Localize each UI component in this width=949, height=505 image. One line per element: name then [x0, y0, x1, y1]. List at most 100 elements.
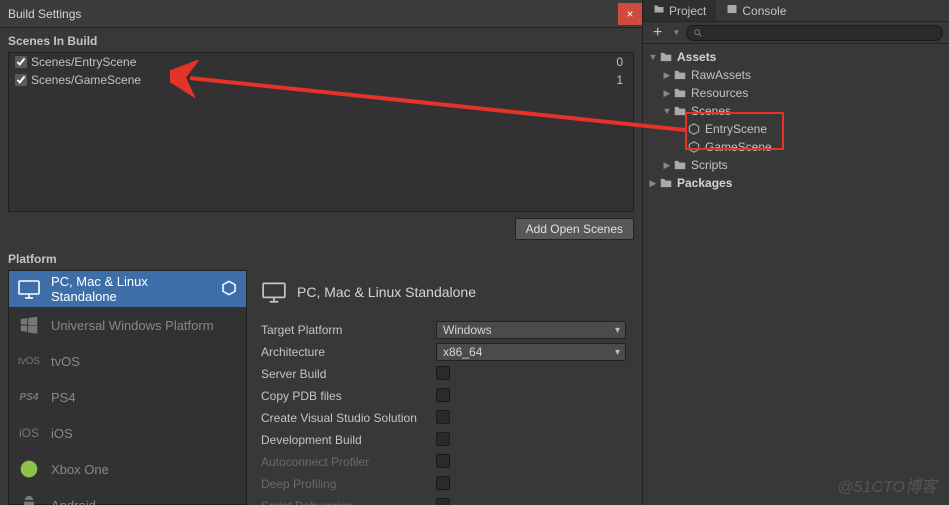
tree-node-assets[interactable]: ▼ Assets [647, 48, 945, 66]
folder-icon [673, 104, 687, 118]
window-title: Build Settings [8, 7, 81, 21]
row-label: Development Build [261, 433, 436, 447]
scene-checkbox[interactable] [15, 56, 27, 68]
create-vs-solution-checkbox[interactable] [436, 410, 450, 424]
scene-path: Scenes/EntryScene [31, 55, 136, 69]
folder-icon [659, 176, 673, 190]
unity-logo-icon [220, 279, 238, 300]
platform-item-ios[interactable]: iOS iOS [9, 415, 246, 451]
row-label: Create Visual Studio Solution [261, 411, 436, 425]
platform-item-standalone[interactable]: PC, Mac & Linux Standalone [9, 271, 246, 307]
project-search-input[interactable] [686, 25, 943, 41]
window-title-bar: Build Settings × [0, 0, 642, 28]
tree-node-scripts[interactable]: ▶Scripts [647, 156, 945, 174]
add-open-scenes-button[interactable]: Add Open Scenes [515, 218, 634, 240]
project-tree: ▼ Assets ▶ RawAssets ▶ Resources ▼ Scenes En… [643, 44, 949, 196]
tab-label: Console [742, 4, 786, 18]
platform-label: iOS [51, 426, 238, 441]
tree-label: Scenes [691, 104, 731, 118]
row-label: Script Debugging [261, 499, 436, 505]
copy-pdb-checkbox[interactable] [436, 388, 450, 402]
scene-row[interactable]: Scenes/EntryScene 0 [9, 53, 633, 71]
platform-item-uwp[interactable]: Universal Windows Platform [9, 307, 246, 343]
platform-label: Android [51, 498, 238, 505]
row-label: Deep Profiling [261, 477, 436, 491]
tree-node-packages[interactable]: ▶ Packages [647, 174, 945, 192]
platform-label: Xbox One [51, 462, 238, 477]
dropdown-icon[interactable]: ▼ [672, 28, 680, 37]
deep-profiling-checkbox [436, 476, 450, 490]
tree-label: EntryScene [705, 122, 767, 136]
platform-list: PC, Mac & Linux Standalone Universal Win… [8, 270, 247, 505]
platform-item-xbox[interactable]: Xbox One [9, 451, 246, 487]
watermark: @51CTO博客 [837, 473, 937, 497]
console-icon [726, 3, 738, 18]
platform-item-android[interactable]: Android [9, 487, 246, 505]
tab-project[interactable]: Project [643, 0, 716, 21]
platform-detail: PC, Mac & Linux Standalone Target Platfo… [253, 270, 634, 505]
tree-node-resources[interactable]: ▶ Resources [647, 84, 945, 102]
scene-index: 1 [616, 73, 627, 87]
scene-index: 0 [616, 55, 627, 69]
folder-icon [659, 50, 673, 64]
expand-icon[interactable]: ▶ [661, 88, 673, 99]
folder-icon [673, 86, 687, 100]
unity-scene-icon [687, 122, 701, 136]
scenes-header: Scenes In Build [0, 28, 642, 52]
platform-item-tvos[interactable]: tvOS tvOS [9, 343, 246, 379]
unity-scene-icon [687, 140, 701, 154]
folder-icon [653, 3, 665, 18]
expand-icon[interactable]: ▶ [661, 70, 673, 81]
scenes-in-build-list[interactable]: Scenes/EntryScene 0 Scenes/GameScene 1 [8, 52, 634, 212]
development-build-checkbox[interactable] [436, 432, 450, 446]
tab-console[interactable]: Console [716, 0, 796, 21]
tree-label: Resources [691, 86, 748, 100]
platform-label: Universal Windows Platform [51, 318, 238, 333]
target-platform-dropdown[interactable]: Windows [436, 321, 626, 339]
row-label: Copy PDB files [261, 389, 436, 403]
row-label: Target Platform [261, 323, 436, 337]
expand-icon[interactable]: ▶ [647, 178, 659, 189]
server-build-checkbox[interactable] [436, 366, 450, 380]
tree-label: Packages [677, 176, 732, 190]
monitor-icon [17, 277, 41, 301]
scene-checkbox[interactable] [15, 74, 27, 86]
expand-icon[interactable]: ▼ [661, 106, 673, 116]
script-debugging-checkbox [436, 498, 450, 505]
panel-tabs: Project Console [643, 0, 949, 22]
xbox-icon [17, 457, 41, 481]
expand-icon[interactable]: ▼ [647, 52, 659, 62]
row-label: Architecture [261, 345, 436, 359]
tree-label: GameScene [705, 140, 772, 154]
folder-icon [673, 68, 687, 82]
row-label: Autoconnect Profiler [261, 455, 436, 469]
tree-label: RawAssets [691, 68, 751, 82]
platform-label: PS4 [51, 390, 238, 405]
tab-label: Project [669, 4, 706, 18]
platform-label: PC, Mac & Linux Standalone [51, 274, 210, 304]
expand-icon[interactable]: ▶ [661, 160, 673, 171]
row-label: Server Build [261, 367, 436, 381]
ps4-icon: PS4 [17, 385, 41, 409]
tree-node-rawassets[interactable]: ▶ RawAssets [647, 66, 945, 84]
scene-row[interactable]: Scenes/GameScene 1 [9, 71, 633, 89]
tree-node-scenes[interactable]: ▼ Scenes [647, 102, 945, 120]
monitor-icon [261, 279, 287, 305]
folder-icon [673, 158, 687, 172]
platform-header: Platform [0, 246, 642, 270]
add-asset-button[interactable]: + [649, 24, 666, 42]
detail-title: PC, Mac & Linux Standalone [297, 284, 476, 300]
platform-label: tvOS [51, 354, 238, 369]
close-button[interactable]: × [618, 3, 642, 25]
tree-label: Assets [677, 50, 716, 64]
windows-icon [17, 313, 41, 337]
scene-path: Scenes/GameScene [31, 73, 141, 87]
autoconnect-profiler-checkbox [436, 454, 450, 468]
platform-item-ps4[interactable]: PS4 PS4 [9, 379, 246, 415]
search-icon [693, 28, 703, 38]
tvos-icon: tvOS [17, 349, 41, 373]
tree-node-entryscene[interactable]: EntryScene [647, 120, 945, 138]
tree-node-gamescene[interactable]: GameScene [647, 138, 945, 156]
ios-icon: iOS [17, 421, 41, 445]
architecture-dropdown[interactable]: x86_64 [436, 343, 626, 361]
